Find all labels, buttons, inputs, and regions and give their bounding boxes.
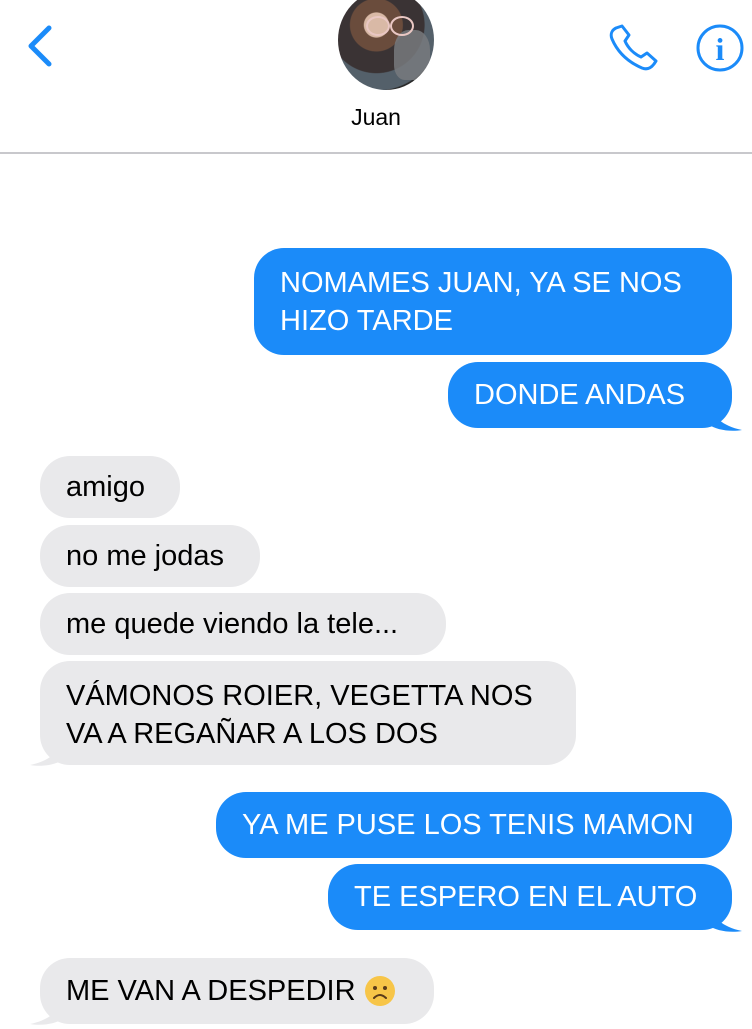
bubble-tail-incoming [30, 737, 64, 766]
message-bubble-incoming[interactable]: ME VAN A DESPEDIR [40, 958, 434, 1024]
chevron-left-icon [28, 25, 52, 67]
phone-icon [609, 24, 658, 71]
message-text: VÁMONOS ROIER, VEGETTA NOS VA A REGAÑAR … [66, 680, 533, 750]
conversation-header: Juan i [0, 0, 752, 154]
bubble-tail-incoming [30, 996, 64, 1025]
svg-text:i: i [716, 31, 725, 67]
back-button[interactable] [20, 22, 60, 70]
message-bubble-incoming[interactable]: VÁMONOS ROIER, VEGETTA NOS VA A REGAÑAR … [40, 661, 576, 765]
message-text: TE ESPERO EN EL AUTO [354, 881, 698, 913]
avatar-photo-glasses-right [390, 16, 414, 36]
message-bubble-incoming[interactable]: amigo [40, 456, 180, 518]
info-button[interactable]: i [695, 23, 745, 73]
info-icon: i [696, 24, 744, 72]
bubble-tail-outgoing [708, 903, 742, 932]
message-text: no me jodas [66, 540, 224, 572]
message-bubble-outgoing[interactable]: DONDE ANDAS [448, 362, 732, 428]
message-bubble-incoming[interactable]: me quede viendo la tele... [40, 593, 446, 655]
message-bubble-incoming[interactable]: no me jodas [40, 525, 260, 587]
message-text: ME VAN A DESPEDIR [66, 975, 356, 1007]
message-text: YA ME PUSE LOS TENIS MAMON [242, 809, 694, 841]
message-bubble-outgoing[interactable]: NOMAMES JUAN, YA SE NOS HIZO TARDE [254, 248, 732, 355]
message-bubble-outgoing[interactable]: YA ME PUSE LOS TENIS MAMON [216, 792, 732, 858]
avatar-photo-glasses [366, 16, 390, 36]
message-text: NOMAMES JUAN, YA SE NOS HIZO TARDE [280, 267, 682, 337]
bubble-tail-outgoing [708, 402, 742, 431]
call-button[interactable] [606, 22, 662, 72]
message-text: me quede viendo la tele... [66, 608, 399, 640]
avatar-photo-cat [394, 30, 430, 80]
contact-name[interactable]: Juan [0, 104, 752, 131]
message-text: amigo [66, 471, 145, 503]
message-text: DONDE ANDAS [474, 379, 686, 411]
contact-avatar[interactable] [338, 0, 434, 90]
frowning-face-icon [364, 976, 395, 1006]
message-bubble-outgoing[interactable]: TE ESPERO EN EL AUTO [328, 864, 732, 930]
